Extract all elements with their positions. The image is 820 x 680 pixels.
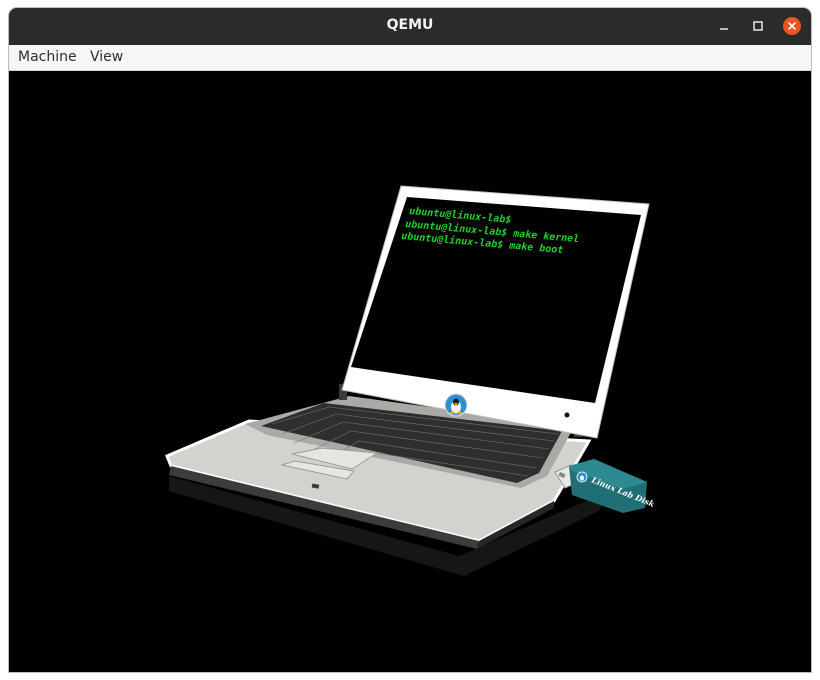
minimize-button[interactable]: [714, 16, 734, 36]
close-icon: [783, 17, 801, 35]
tux-logo-icon: [444, 393, 468, 417]
close-button[interactable]: [782, 16, 802, 36]
title-bar[interactable]: QEMU: [9, 8, 811, 45]
menu-bar: Machine View: [9, 45, 811, 71]
maximize-button[interactable]: [748, 16, 768, 36]
window-title: QEMU: [386, 17, 434, 33]
vm-display[interactable]: ubuntu@linux-lab$ ubuntu@linux-lab$ make…: [9, 71, 811, 672]
qemu-window: QEMU Machine View ubuntu@linux-lab$ ubun…: [9, 8, 811, 672]
usb-disk: Linux Lab Disk: [554, 459, 657, 513]
maximize-icon: [753, 21, 763, 31]
menu-view[interactable]: View: [90, 49, 123, 65]
menu-machine[interactable]: Machine: [18, 49, 77, 65]
boot-splash-laptop-illustration: ubuntu@linux-lab$ ubuntu@linux-lab$ make…: [165, 185, 657, 576]
minimize-icon: [720, 28, 728, 30]
